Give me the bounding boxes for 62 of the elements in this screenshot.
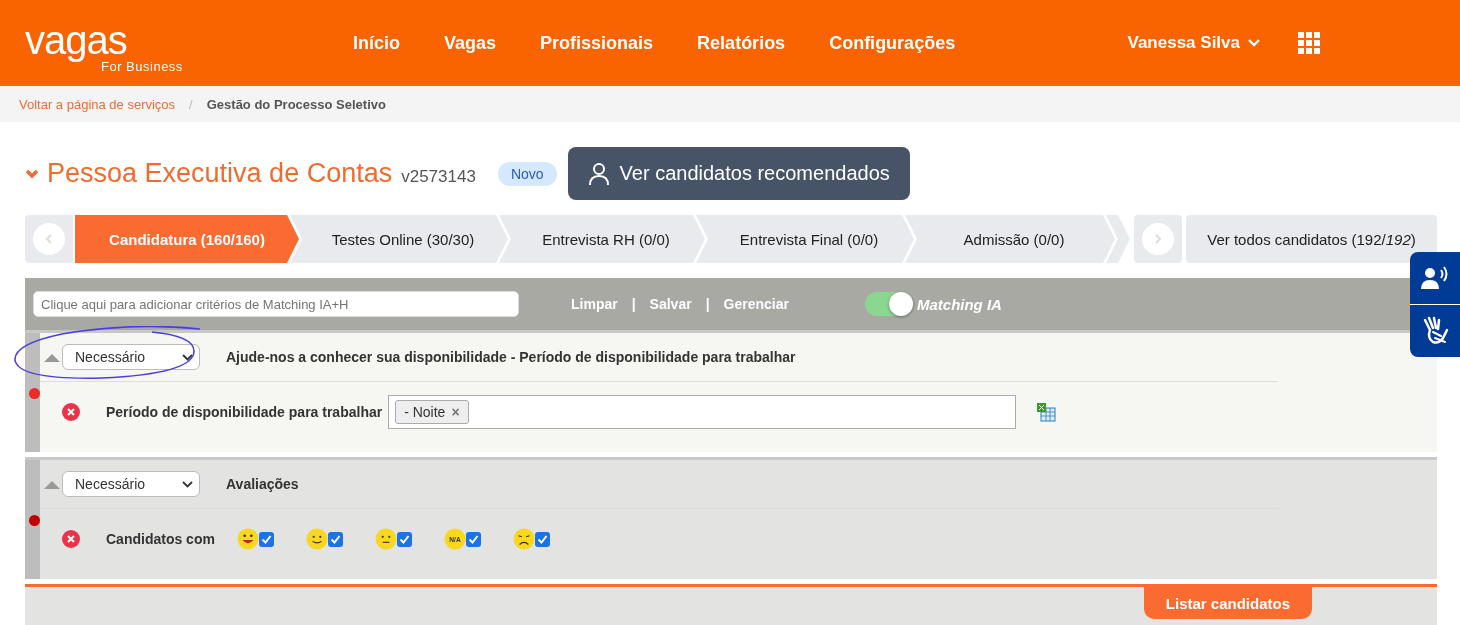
apps-grid-icon[interactable] bbox=[1298, 32, 1320, 54]
nav-link[interactable]: Relatórios bbox=[697, 32, 786, 54]
checkbox[interactable] bbox=[327, 531, 343, 547]
checkbox[interactable] bbox=[258, 531, 274, 547]
nav-link[interactable]: Configurações bbox=[829, 32, 956, 54]
priority-dropdown[interactable]: Necessário bbox=[62, 344, 200, 370]
face-icon bbox=[512, 528, 535, 550]
job-title: Pessoa Executiva de Contas bbox=[47, 158, 393, 189]
all-candidates-button[interactable]: Ver todos candidatos (192/192) bbox=[1186, 215, 1437, 263]
collapse-triangle-icon[interactable] bbox=[44, 479, 60, 489]
criteria-search-field[interactable]: Clique aqui para adicionar critérios de Matching IA+H bbox=[33, 291, 519, 317]
hands-icon bbox=[1421, 316, 1449, 346]
pipeline-stage-tab[interactable]: Testes Online (30/30) bbox=[290, 215, 508, 263]
caret-icon bbox=[1248, 39, 1260, 47]
selected-tag: - Noite × bbox=[395, 400, 469, 424]
caret-icon bbox=[182, 353, 193, 361]
criterion-label: Período de disponibilidade para trabalhar bbox=[106, 404, 383, 420]
person-icon bbox=[587, 161, 610, 186]
breadcrumb-separator: / bbox=[189, 96, 193, 112]
pipeline-stage-tab[interactable]: Entrevista Final (0/0) bbox=[696, 215, 914, 263]
job-code: v2573143 bbox=[401, 166, 476, 187]
user-menu[interactable]: Vanessa Silva bbox=[1127, 33, 1260, 53]
nav-link[interactable]: Vagas bbox=[444, 32, 497, 54]
nav-link[interactable]: Início bbox=[353, 32, 400, 54]
pipeline-stage-tab[interactable]: Entrevista RH (0/0) bbox=[499, 215, 705, 263]
speaking-person-icon bbox=[1420, 265, 1450, 291]
list-candidates-button[interactable]: Listar candidatos bbox=[1143, 587, 1312, 619]
error-icon bbox=[62, 403, 80, 421]
checkbox[interactable] bbox=[396, 531, 412, 547]
checkbox[interactable] bbox=[534, 531, 550, 547]
logo-wordmark[interactable]: vagas bbox=[25, 19, 195, 60]
recommended-candidates-button[interactable]: Ver candidatos recomendados bbox=[567, 147, 910, 200]
logo-tagline: For Business bbox=[101, 59, 184, 73]
toggle-switch[interactable] bbox=[864, 292, 913, 316]
breadcrumb-link[interactable]: Voltar a página de serviços bbox=[19, 96, 176, 112]
error-icon bbox=[62, 530, 80, 548]
face-icon bbox=[305, 528, 328, 550]
toolbar-link[interactable]: Gerenciar bbox=[723, 296, 789, 312]
toolbar-link[interactable]: Salvar bbox=[649, 296, 692, 312]
link-separator: | bbox=[631, 296, 636, 312]
chevron-left-icon bbox=[45, 234, 53, 244]
checkbox[interactable] bbox=[465, 531, 481, 547]
tag-input-field[interactable]: - Noite × bbox=[388, 395, 1017, 429]
criterion-title: Avaliações bbox=[226, 476, 299, 492]
toggle-label: Matching IA bbox=[916, 295, 1002, 313]
caret-icon bbox=[182, 480, 193, 488]
link-separator: | bbox=[705, 296, 710, 312]
collapse-chevron-icon[interactable] bbox=[25, 168, 39, 179]
nav-link[interactable]: Profissionais bbox=[540, 32, 654, 54]
chevron-right-icon bbox=[1154, 234, 1162, 244]
pipeline-stage-tab[interactable]: Admissão (0/0) bbox=[905, 215, 1115, 263]
status-badge: Novo bbox=[497, 161, 557, 186]
collapse-triangle-icon[interactable] bbox=[44, 352, 60, 362]
priority-dropdown[interactable]: Necessário bbox=[62, 471, 200, 497]
face-icon bbox=[236, 528, 259, 550]
criterion-label: Candidatos com bbox=[106, 531, 215, 547]
pipeline-stage-tab[interactable]: Candidatura (160/160) bbox=[75, 215, 299, 263]
face-icon bbox=[374, 528, 397, 550]
criterion-title: Ajude-nos a conhecer sua disponibilidade - Período de disponibilidade para trabalhar bbox=[226, 349, 796, 365]
toolbar-link[interactable]: Limpar bbox=[571, 296, 618, 312]
spreadsheet-icon[interactable] bbox=[1036, 402, 1057, 422]
breadcrumb-current: Gestão do Processo Seletivo bbox=[206, 96, 386, 112]
